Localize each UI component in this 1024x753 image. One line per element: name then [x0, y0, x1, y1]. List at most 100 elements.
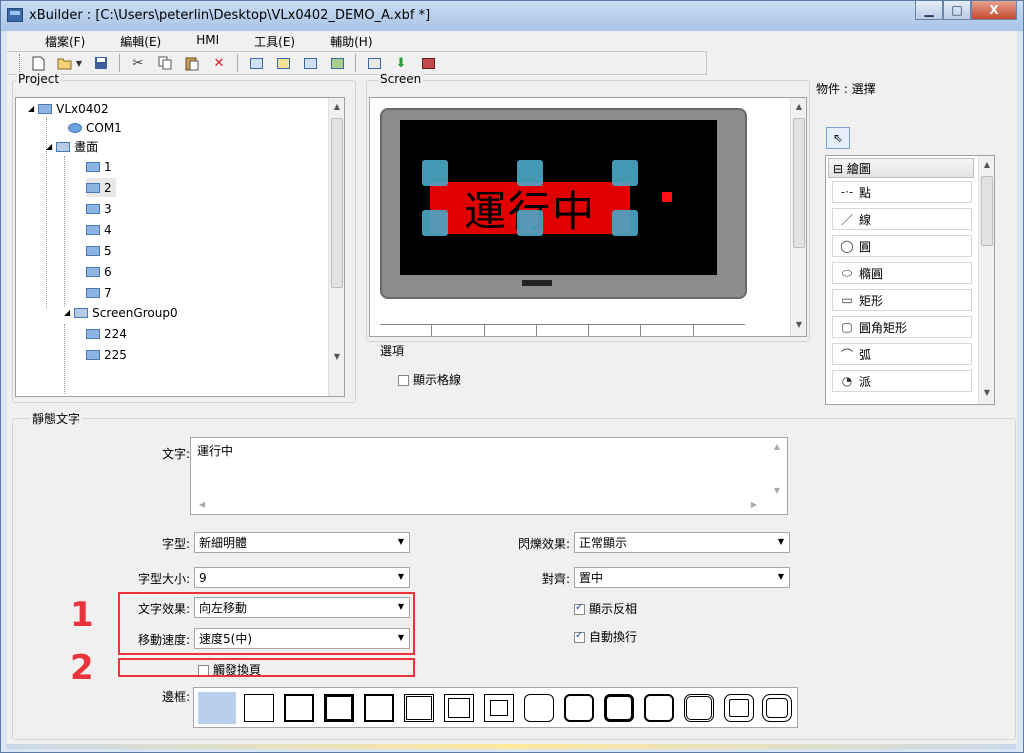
- title-bar[interactable]: xBuilder : [C:\Users\peterlin\Desktop\VL…: [1, 1, 1023, 31]
- border-style-medium[interactable]: [284, 694, 314, 722]
- toolbar-grip[interactable]: [19, 54, 23, 72]
- copy-icon[interactable]: [156, 55, 174, 71]
- resize-handle[interactable]: [517, 160, 543, 186]
- palette-item-pie[interactable]: ◔ 派: [832, 370, 972, 392]
- palette-item-rounded-rect[interactable]: ▢ 圓角矩形: [832, 316, 972, 338]
- tool-b-icon[interactable]: [274, 55, 292, 71]
- tree-node-screen-225[interactable]: 225: [86, 345, 127, 364]
- border-style-round-inner[interactable]: [762, 694, 792, 722]
- border-style-round-medium[interactable]: [564, 694, 594, 722]
- invert-checkbox[interactable]: 顯示反相: [574, 600, 637, 617]
- screen-icon[interactable]: [365, 55, 383, 71]
- checkbox-box[interactable]: [398, 375, 409, 386]
- scroll-thumb[interactable]: [331, 118, 343, 288]
- align-select[interactable]: 置中: [574, 567, 790, 588]
- scroll-right-icon[interactable]: ▶: [751, 500, 757, 509]
- tool-a-icon[interactable]: [247, 55, 265, 71]
- scroll-thumb[interactable]: [793, 118, 805, 248]
- tree-node-screen-6[interactable]: 6: [86, 262, 112, 281]
- tool-c-icon[interactable]: [301, 55, 319, 71]
- tree-node-screen-1[interactable]: 1: [86, 157, 112, 176]
- minimize-button[interactable]: ▁: [915, 1, 943, 20]
- resize-handle[interactable]: [422, 160, 448, 186]
- text-vscroll[interactable]: ▲ ▼: [769, 440, 785, 510]
- tree-node-screen-3[interactable]: 3: [86, 199, 112, 218]
- scroll-down-icon[interactable]: ▼: [979, 388, 994, 397]
- tree-node-screens[interactable]: ◢ 畫面: [46, 137, 98, 156]
- select-pointer-icon[interactable]: ⇖: [826, 127, 850, 149]
- scroll-down-icon[interactable]: ▼: [769, 486, 785, 495]
- border-style-thin[interactable]: [244, 694, 274, 722]
- resize-handle[interactable]: [517, 210, 543, 236]
- word-wrap-checkbox[interactable]: 自動換行: [574, 628, 637, 645]
- menu-tools[interactable]: 工具(E): [254, 31, 295, 51]
- palette-category-draw[interactable]: ⊟ 繪圖: [828, 158, 974, 178]
- dropdown-icon[interactable]: ▼: [75, 55, 83, 71]
- border-style-inner[interactable]: [484, 694, 514, 722]
- checkbox-box[interactable]: [574, 602, 585, 615]
- tool-d-icon[interactable]: [328, 55, 346, 71]
- cut-icon[interactable]: ✂: [129, 55, 147, 71]
- menu-help[interactable]: 輔助(H): [330, 31, 372, 51]
- checkbox-box[interactable]: [574, 630, 585, 643]
- palette-item-circle[interactable]: ◯ 圓: [832, 235, 972, 257]
- resize-handle[interactable]: [612, 160, 638, 186]
- scroll-up-icon[interactable]: ▲: [769, 442, 785, 451]
- scroll-up-icon[interactable]: ▲: [979, 160, 994, 169]
- tree-node-screen-5[interactable]: 5: [86, 241, 112, 260]
- tree-scrollbar[interactable]: ▲ ▼: [328, 98, 344, 396]
- tree-node-screengroup0[interactable]: ◢ ScreenGroup0: [64, 303, 178, 322]
- resize-handle[interactable]: [612, 210, 638, 236]
- tree-node-screen-4[interactable]: 4: [86, 220, 112, 239]
- paste-icon[interactable]: [183, 55, 201, 71]
- palette-item-line[interactable]: ／線: [832, 208, 972, 230]
- tree-node-vlx0402[interactable]: ◢ VLx0402: [28, 99, 109, 118]
- tree-node-screen-224[interactable]: 224: [86, 324, 127, 343]
- font-size-select[interactable]: 9: [194, 567, 410, 588]
- new-file-icon[interactable]: [29, 55, 47, 71]
- scroll-down-icon[interactable]: ▼: [329, 352, 344, 361]
- border-style-inset[interactable]: [444, 694, 474, 722]
- border-style-round-thin[interactable]: [524, 694, 554, 722]
- border-style-double[interactable]: [404, 694, 434, 722]
- scroll-left-icon[interactable]: ◀: [199, 500, 205, 509]
- font-select[interactable]: 新細明體: [194, 532, 410, 553]
- menu-edit[interactable]: 編輯(E): [120, 31, 161, 51]
- text-input[interactable]: 運行中 ▲ ▼ ◀ ▶: [190, 437, 788, 515]
- text-hscroll[interactable]: ◀ ▶: [193, 500, 763, 512]
- tree-node-screen-7[interactable]: 7: [86, 283, 112, 302]
- show-grid-checkbox[interactable]: 顯示格線: [398, 371, 461, 388]
- delete-icon[interactable]: ✕: [210, 55, 228, 71]
- border-style-round-double[interactable]: [684, 694, 714, 722]
- scroll-down-icon[interactable]: ▼: [791, 320, 806, 329]
- border-style-bold[interactable]: [364, 694, 394, 722]
- download-icon[interactable]: ⬇: [392, 55, 410, 71]
- tree-node-screen-2[interactable]: 2: [86, 178, 116, 197]
- border-style-thick[interactable]: [324, 694, 354, 722]
- menu-hmi[interactable]: HMI: [196, 31, 219, 51]
- border-style-round-bold[interactable]: [644, 694, 674, 722]
- border-style-none[interactable]: [198, 692, 236, 724]
- project-tree[interactable]: ◢ VLx0402 COM1 ◢ 畫面 1 2 3 4 5 6 7 ◢ ScreenG…: [15, 97, 345, 397]
- border-style-round-inset[interactable]: [724, 694, 754, 722]
- resize-handle[interactable]: [422, 210, 448, 236]
- open-icon[interactable]: [56, 55, 74, 71]
- tree-node-com1[interactable]: COM1: [68, 118, 122, 137]
- scroll-up-icon[interactable]: ▲: [329, 102, 344, 111]
- screen-preview[interactable]: 運行中 ▲ ▼: [369, 97, 807, 337]
- transfer-icon[interactable]: [419, 55, 437, 71]
- maximize-button[interactable]: □: [943, 1, 971, 20]
- palette-scrollbar[interactable]: ▲ ▼: [978, 156, 994, 404]
- palette-item-rectangle[interactable]: ▭ 矩形: [832, 289, 972, 311]
- menu-file[interactable]: 檔案(F): [45, 31, 85, 51]
- blink-select[interactable]: 正常顯示: [574, 532, 790, 553]
- scroll-up-icon[interactable]: ▲: [791, 102, 806, 111]
- save-icon[interactable]: [92, 55, 110, 71]
- close-button[interactable]: X: [971, 1, 1017, 20]
- palette-item-ellipse[interactable]: ⬭ 橢圓: [832, 262, 972, 284]
- border-style-round-thick[interactable]: [604, 694, 634, 722]
- scroll-thumb[interactable]: [981, 176, 993, 246]
- screen-scrollbar[interactable]: ▲ ▼: [790, 98, 806, 336]
- palette-item-arc[interactable]: ⌒ 弧: [832, 343, 972, 365]
- palette-item-point[interactable]: -·- 點: [832, 181, 972, 203]
